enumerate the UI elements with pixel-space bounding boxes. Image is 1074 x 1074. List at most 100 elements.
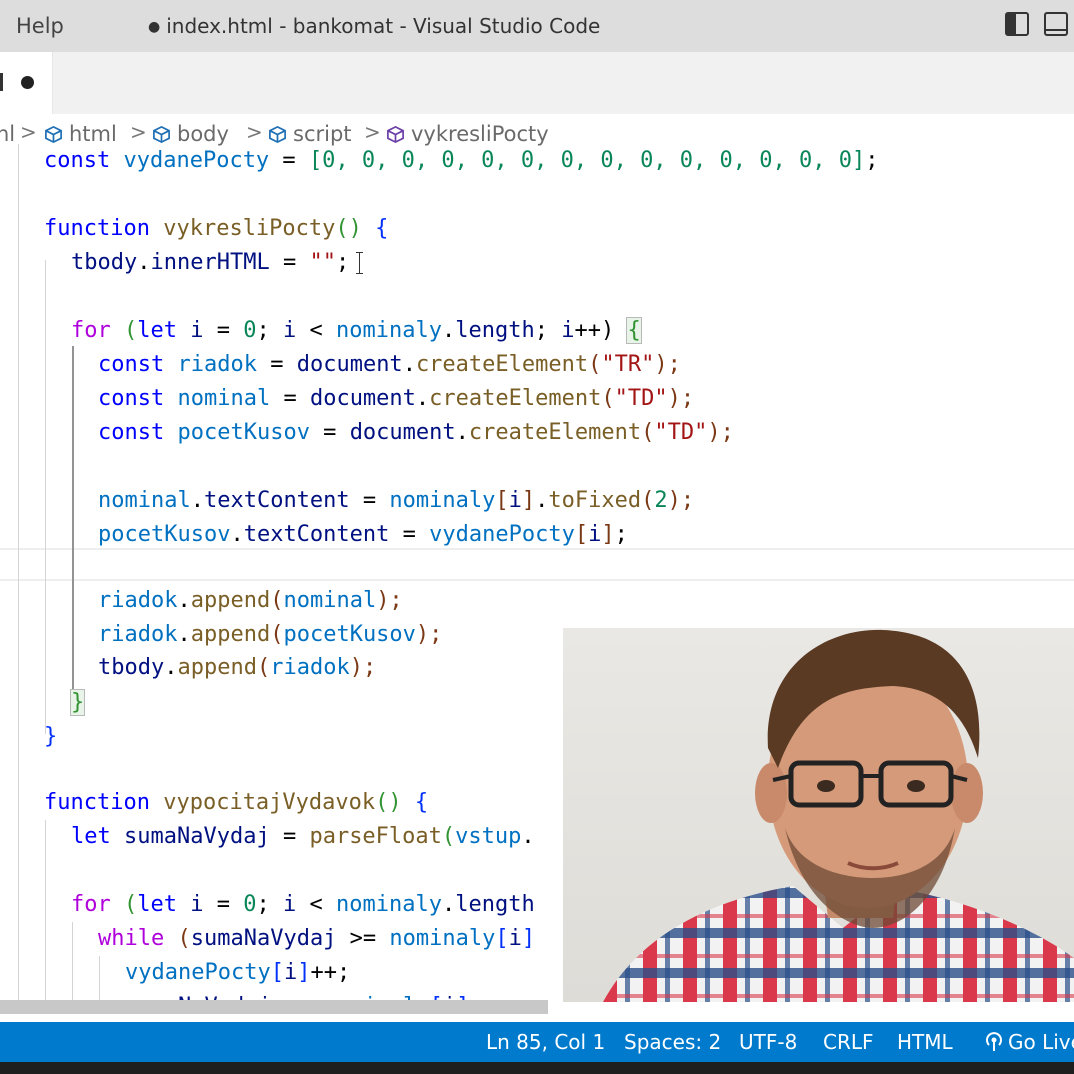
breadcrumb-label: vykresliPocty: [411, 122, 549, 146]
token-property: innerHTML: [150, 250, 270, 275]
element-cube-icon: [45, 125, 62, 144]
token-bracket: }: [44, 724, 58, 749]
token-variable: sumaNaVydaj: [190, 926, 337, 951]
breadcrumb-separator: >: [130, 120, 147, 144]
tab-index-html[interactable]: [0, 52, 53, 114]
token-function: vypocitajVydavok: [163, 790, 376, 815]
token-punct: ++): [574, 318, 615, 343]
presenter-face-image: [603, 629, 1074, 1002]
breadcrumb-label: html: [69, 122, 117, 146]
token-punct: .: [441, 892, 456, 917]
breadcrumb-item-html[interactable]: html: [44, 122, 117, 146]
token-variable: i: [283, 892, 297, 917]
token-punct: (: [256, 655, 271, 680]
token-punct: (): [335, 216, 362, 241]
horizontal-scrollbar[interactable]: [0, 1000, 548, 1014]
taskbar-edge: [0, 1062, 1074, 1074]
token-property: length: [455, 892, 535, 917]
token-keyword: const: [98, 386, 165, 411]
code-line: vydanePocty[i]++;: [125, 956, 350, 989]
webcam-overlay: [563, 628, 1074, 1002]
breadcrumb-separator: >: [364, 120, 381, 144]
token-variable: vydanePocty: [429, 522, 575, 547]
token-variable: pocetKusov: [177, 420, 310, 445]
token-variable: i: [588, 522, 602, 547]
token-punct: =: [270, 386, 310, 411]
status-encoding[interactable]: UTF-8: [739, 1030, 797, 1054]
editor-tabs-bar: [0, 52, 1074, 114]
token-punct: (: [110, 892, 138, 917]
token-keyword: const: [44, 148, 111, 173]
token-property: textContent: [243, 522, 390, 547]
status-eol[interactable]: CRLF: [823, 1030, 874, 1054]
method-cube-icon: [387, 125, 404, 144]
token-bracket: [: [495, 926, 509, 951]
status-go-live[interactable]: Go Live: [984, 1030, 1074, 1054]
status-indentation[interactable]: Spaces: 2: [624, 1030, 721, 1054]
token-bracket: {: [626, 317, 642, 344]
status-cursor-position[interactable]: Ln 85, Col 1: [486, 1030, 605, 1054]
token-variable: i: [561, 318, 575, 343]
token-keyword: let: [137, 892, 177, 917]
indent-guide: [18, 144, 19, 1010]
token-variable: sumaNaVydaj: [124, 824, 270, 849]
code-line: tbody.append(riadok);: [98, 651, 376, 684]
window-title: ● index.html - bankomat - Visual Studio C…: [148, 14, 600, 38]
token-punct: ;: [256, 318, 283, 343]
token-punct: .: [415, 386, 430, 411]
breadcrumb-item-script[interactable]: script: [268, 122, 352, 146]
token-bracket: ]: [297, 960, 311, 985]
token-variable: vydanePocty: [123, 148, 270, 173]
toggle-panel-icon[interactable]: [1044, 12, 1068, 36]
token-punct: (: [164, 926, 191, 951]
token-punct: (: [641, 488, 655, 513]
menu-help[interactable]: Help: [16, 14, 64, 38]
token-punct: .: [137, 250, 151, 275]
token-bracket: {: [414, 790, 429, 815]
indent-guide: [45, 820, 46, 1010]
token-punct: =: [309, 420, 350, 445]
window-title-text: index.html - bankomat - Visual Studio Co…: [166, 14, 601, 38]
token-variable: vstup: [455, 824, 522, 849]
token-punct: );: [654, 352, 681, 377]
token-variable: nominaly: [389, 926, 496, 951]
token-variable: nominal: [283, 588, 377, 613]
breadcrumb-label: body: [177, 122, 229, 146]
status-language-mode[interactable]: HTML: [897, 1030, 953, 1054]
token-punct: .: [177, 622, 191, 647]
code-line: pocetKusov.textContent = vydanePocty[i];: [98, 518, 628, 551]
token-punct: <: [296, 892, 336, 917]
code-line: while (sumaNaVydaj >= nominaly[i]: [98, 922, 535, 955]
token-function: createElement: [415, 352, 589, 377]
status-bar: Ln 85, Col 1 Spaces: 2 UTF-8 CRLF HTML G…: [0, 1022, 1074, 1062]
token-punct: );: [707, 420, 734, 445]
breadcrumb-item-body[interactable]: body: [152, 122, 229, 146]
token-bracket: ]: [601, 522, 615, 547]
token-function: append: [190, 588, 271, 613]
unsaved-dot-icon[interactable]: [21, 76, 34, 89]
token-bracket: ]: [521, 926, 536, 951]
token-number: 0: [243, 892, 257, 917]
token-punct: (): [375, 790, 402, 815]
token-function: createElement: [429, 386, 602, 411]
token-variable: tbody: [71, 250, 138, 275]
token-punct: .: [455, 420, 469, 445]
token-punct: (: [588, 352, 602, 377]
token-punct: );: [349, 655, 377, 680]
element-cube-icon: [269, 125, 286, 144]
token-bracket: [: [270, 960, 284, 985]
token-punct: (: [641, 420, 655, 445]
token-variable: pocetKusov: [98, 522, 231, 547]
breadcrumb-item-file[interactable]: nl: [0, 122, 15, 146]
toggle-sidebar-icon[interactable]: [1005, 12, 1029, 36]
token-variable: riadok: [98, 588, 178, 613]
token-keyword: while: [98, 926, 165, 951]
token-punct: ;: [865, 148, 879, 173]
token-punct: (: [270, 588, 284, 613]
token-punct: ;: [534, 318, 562, 343]
token-variable: pocetKusov: [283, 622, 416, 647]
breadcrumb-item-function[interactable]: vykresliPocty: [386, 122, 549, 146]
token-property: length: [455, 318, 535, 343]
token-variable: i: [283, 318, 297, 343]
